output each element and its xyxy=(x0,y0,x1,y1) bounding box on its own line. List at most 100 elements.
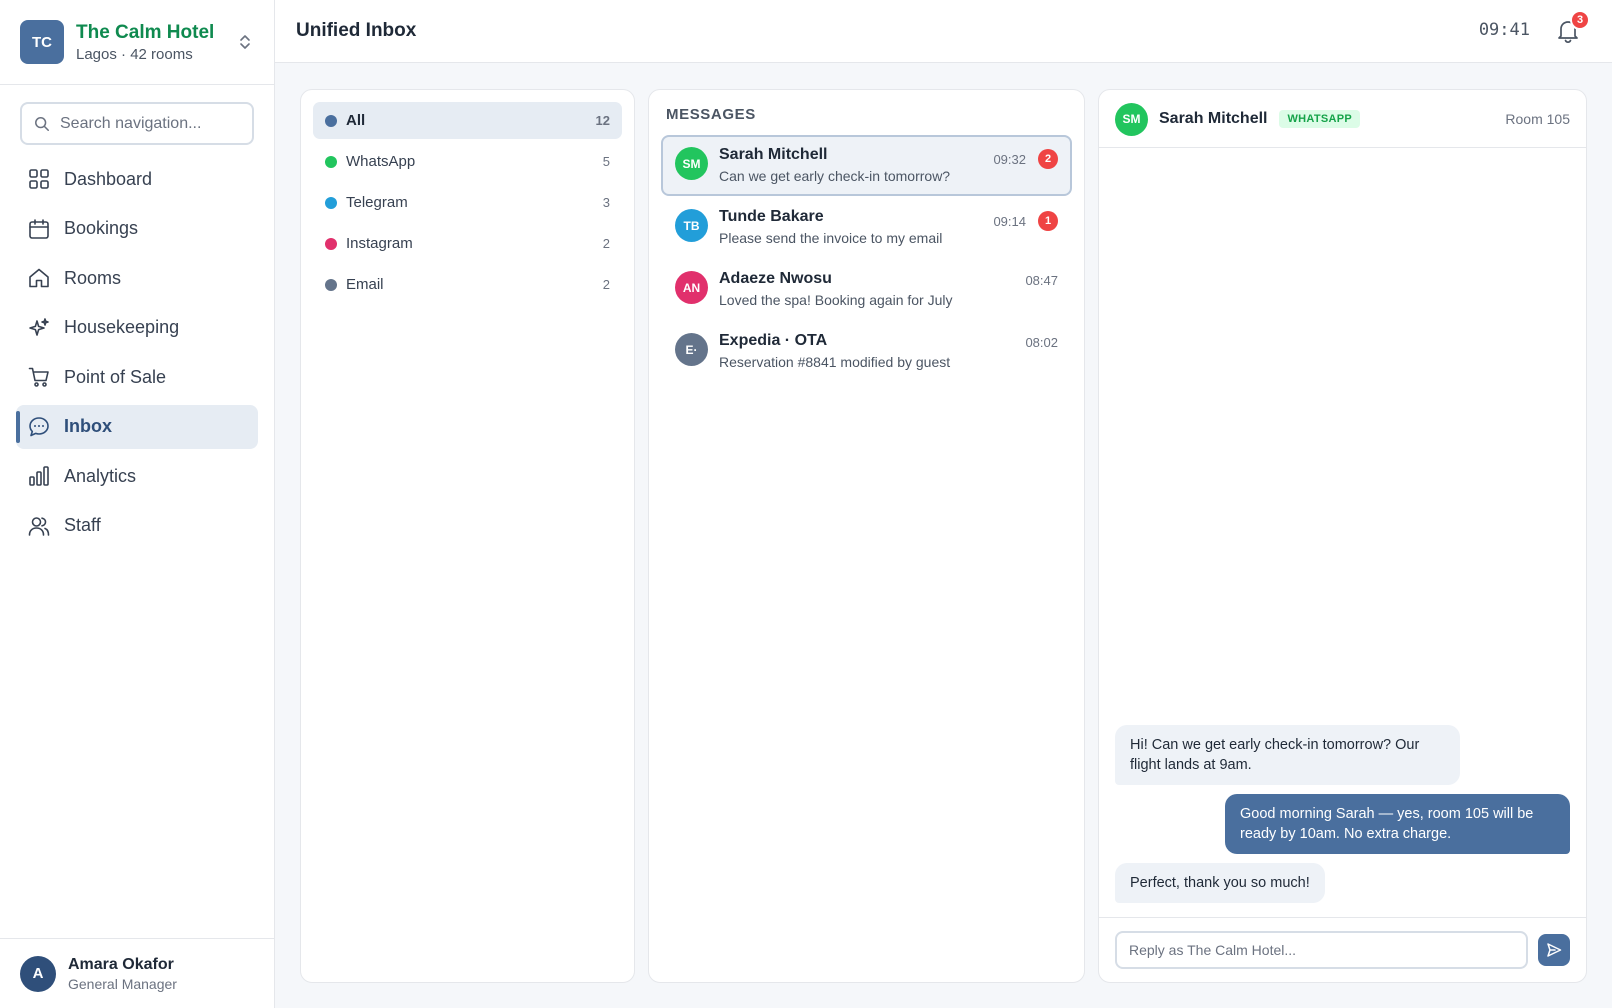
filter-count: 2 xyxy=(602,277,610,292)
conversation-panel: SM Sarah Mitchell WHATSAPP Room 105 Hi! … xyxy=(1098,89,1587,983)
conversation-header: SM Sarah Mitchell WHATSAPP Room 105 xyxy=(1099,90,1586,148)
avatar: AN xyxy=(675,271,708,304)
hotel-subtitle: Lagos · 42 rooms xyxy=(76,45,193,63)
message-body: Expedia · OTA Reservation #8841 modified… xyxy=(719,332,1058,370)
message-time: 08:47 xyxy=(1025,273,1058,288)
nav-item-staff[interactable]: Staff xyxy=(16,504,258,548)
nav-item-rooms[interactable]: Rooms xyxy=(16,256,258,300)
filter-label: Instagram xyxy=(346,235,413,252)
message-time: 09:32 xyxy=(993,151,1026,167)
message-body: Adaeze Nwosu Loved the spa! Booking agai… xyxy=(719,270,1058,308)
calendar-icon xyxy=(29,218,49,239)
channel-filter-panel: All 12 WhatsApp 5 Telegram 3 Instagram 2… xyxy=(300,89,635,983)
message-meta: 09:14 1 xyxy=(993,211,1058,231)
chevron-up-down-icon[interactable] xyxy=(238,32,252,52)
sparkle-icon xyxy=(29,317,49,336)
outgoing-message: Good morning Sarah — yes, room 105 will … xyxy=(1225,794,1570,854)
reply-input[interactable] xyxy=(1115,931,1528,969)
nav-item-label: Bookings xyxy=(64,218,139,238)
message-time: 08:02 xyxy=(1025,335,1058,350)
search-icon xyxy=(35,116,49,131)
channel-dot xyxy=(325,278,337,291)
nav-search[interactable] xyxy=(20,102,254,145)
user-info: Amara Okafor General Manager xyxy=(68,956,177,992)
cart-icon xyxy=(28,367,49,387)
filter-count: 5 xyxy=(602,154,610,169)
channel-dot xyxy=(325,114,337,127)
filter-label: Email xyxy=(346,276,384,293)
bar-chart-icon xyxy=(29,466,49,486)
message-preview: Please send the invoice to my email xyxy=(719,230,943,246)
clock: 09:41 xyxy=(1478,20,1530,40)
nav-item-label: Staff xyxy=(64,515,101,535)
send-icon xyxy=(1547,943,1562,957)
chat-icon xyxy=(29,416,49,436)
incoming-message: Hi! Can we get early check-in tomorrow? … xyxy=(1115,725,1460,785)
channel-dot xyxy=(325,155,337,168)
nav-item-housekeeping[interactable]: Housekeeping xyxy=(16,306,258,350)
filter-count: 3 xyxy=(602,195,610,210)
nav-item-label: Housekeeping xyxy=(64,317,180,337)
filter-all[interactable]: All 12 xyxy=(313,102,622,139)
message-preview: Loved the spa! Booking again for July xyxy=(719,292,953,308)
sender-name: Adaeze Nwosu xyxy=(719,270,832,287)
filter-email[interactable]: Email 2 xyxy=(313,266,622,303)
reply-bar xyxy=(1099,917,1586,982)
nav-item-analytics[interactable]: Analytics xyxy=(16,454,258,498)
message-preview: Reservation #8841 modified by guest xyxy=(719,354,951,370)
channel-dot xyxy=(325,237,337,250)
hotel-switcher[interactable]: TC The Calm Hotel Lagos · 42 rooms xyxy=(0,0,274,85)
avatar: A xyxy=(20,955,56,992)
list-item[interactable]: TB Tunde Bakare Please send the invoice … xyxy=(661,197,1072,258)
notifications-button[interactable]: 3 xyxy=(1556,10,1590,44)
filter-label: Telegram xyxy=(346,194,408,211)
nav-item-dashboard[interactable]: Dashboard xyxy=(16,157,258,201)
list-item[interactable]: E· Expedia · OTA Reservation #8841 modif… xyxy=(661,321,1072,382)
nav-item-inbox[interactable]: Inbox xyxy=(16,404,258,449)
message-list-title: MESSAGES xyxy=(666,106,756,123)
nav-item-point-of-sale[interactable]: Point of Sale xyxy=(16,355,258,399)
filter-label: All xyxy=(346,112,366,129)
contact-name: Sarah Mitchell xyxy=(1159,109,1268,127)
unread-badge: 2 xyxy=(1038,149,1058,169)
page-title: Unified Inbox xyxy=(296,20,417,41)
message-meta: 08:47 xyxy=(1025,273,1058,288)
incoming-message: Perfect, thank you so much! xyxy=(1115,863,1325,903)
list-item[interactable]: AN Adaeze Nwosu Loved the spa! Booking a… xyxy=(661,259,1072,320)
unread-badge: 1 xyxy=(1038,211,1058,231)
sender-name: Expedia · OTA xyxy=(719,332,828,349)
filter-whatsapp[interactable]: WhatsApp 5 xyxy=(313,143,622,180)
user-profile[interactable]: A Amara Okafor General Manager xyxy=(0,938,274,1008)
notification-count-badge: 3 xyxy=(1570,10,1590,30)
nav-item-label: Point of Sale xyxy=(64,366,167,387)
nav-item-label: Rooms xyxy=(64,267,122,288)
conversation-body: Hi! Can we get early check-in tomorrow? … xyxy=(1099,148,1586,917)
filter-telegram[interactable]: Telegram 3 xyxy=(313,184,622,221)
message-time: 09:14 xyxy=(993,213,1026,229)
hotel-name: The Calm Hotel xyxy=(76,21,215,43)
nav-item-bookings[interactable]: Bookings xyxy=(16,207,258,251)
avatar: SM xyxy=(675,147,708,180)
avatar: TB xyxy=(675,209,708,242)
grid-icon xyxy=(29,169,49,189)
hotel-info: The Calm Hotel Lagos · 42 rooms xyxy=(76,22,214,63)
nav-item-label: Analytics xyxy=(64,465,137,486)
users-icon xyxy=(28,516,50,536)
nav-item-label: Dashboard xyxy=(64,168,153,189)
list-item[interactable]: SM Sarah Mitchell Can we get early check… xyxy=(661,135,1072,196)
avatar: SM xyxy=(1115,102,1148,136)
message-meta: 09:32 2 xyxy=(993,149,1058,169)
message-meta: 08:02 xyxy=(1025,335,1058,350)
message-preview: Can we get early check-in tomorrow? xyxy=(719,168,951,184)
filter-count: 12 xyxy=(595,113,610,128)
filter-label: WhatsApp xyxy=(346,153,416,170)
home-icon xyxy=(29,268,49,288)
filter-count: 2 xyxy=(602,236,610,251)
sidebar: TC The Calm Hotel Lagos · 42 rooms Dashb… xyxy=(0,0,275,1008)
channel-dot xyxy=(325,196,337,209)
nav-search-input[interactable] xyxy=(60,114,240,133)
avatar: E· xyxy=(675,333,708,366)
message-list-panel: MESSAGES SM Sarah Mitchell Can we get ea… xyxy=(648,89,1085,983)
filter-instagram[interactable]: Instagram 2 xyxy=(313,225,622,262)
send-button[interactable] xyxy=(1538,934,1570,966)
